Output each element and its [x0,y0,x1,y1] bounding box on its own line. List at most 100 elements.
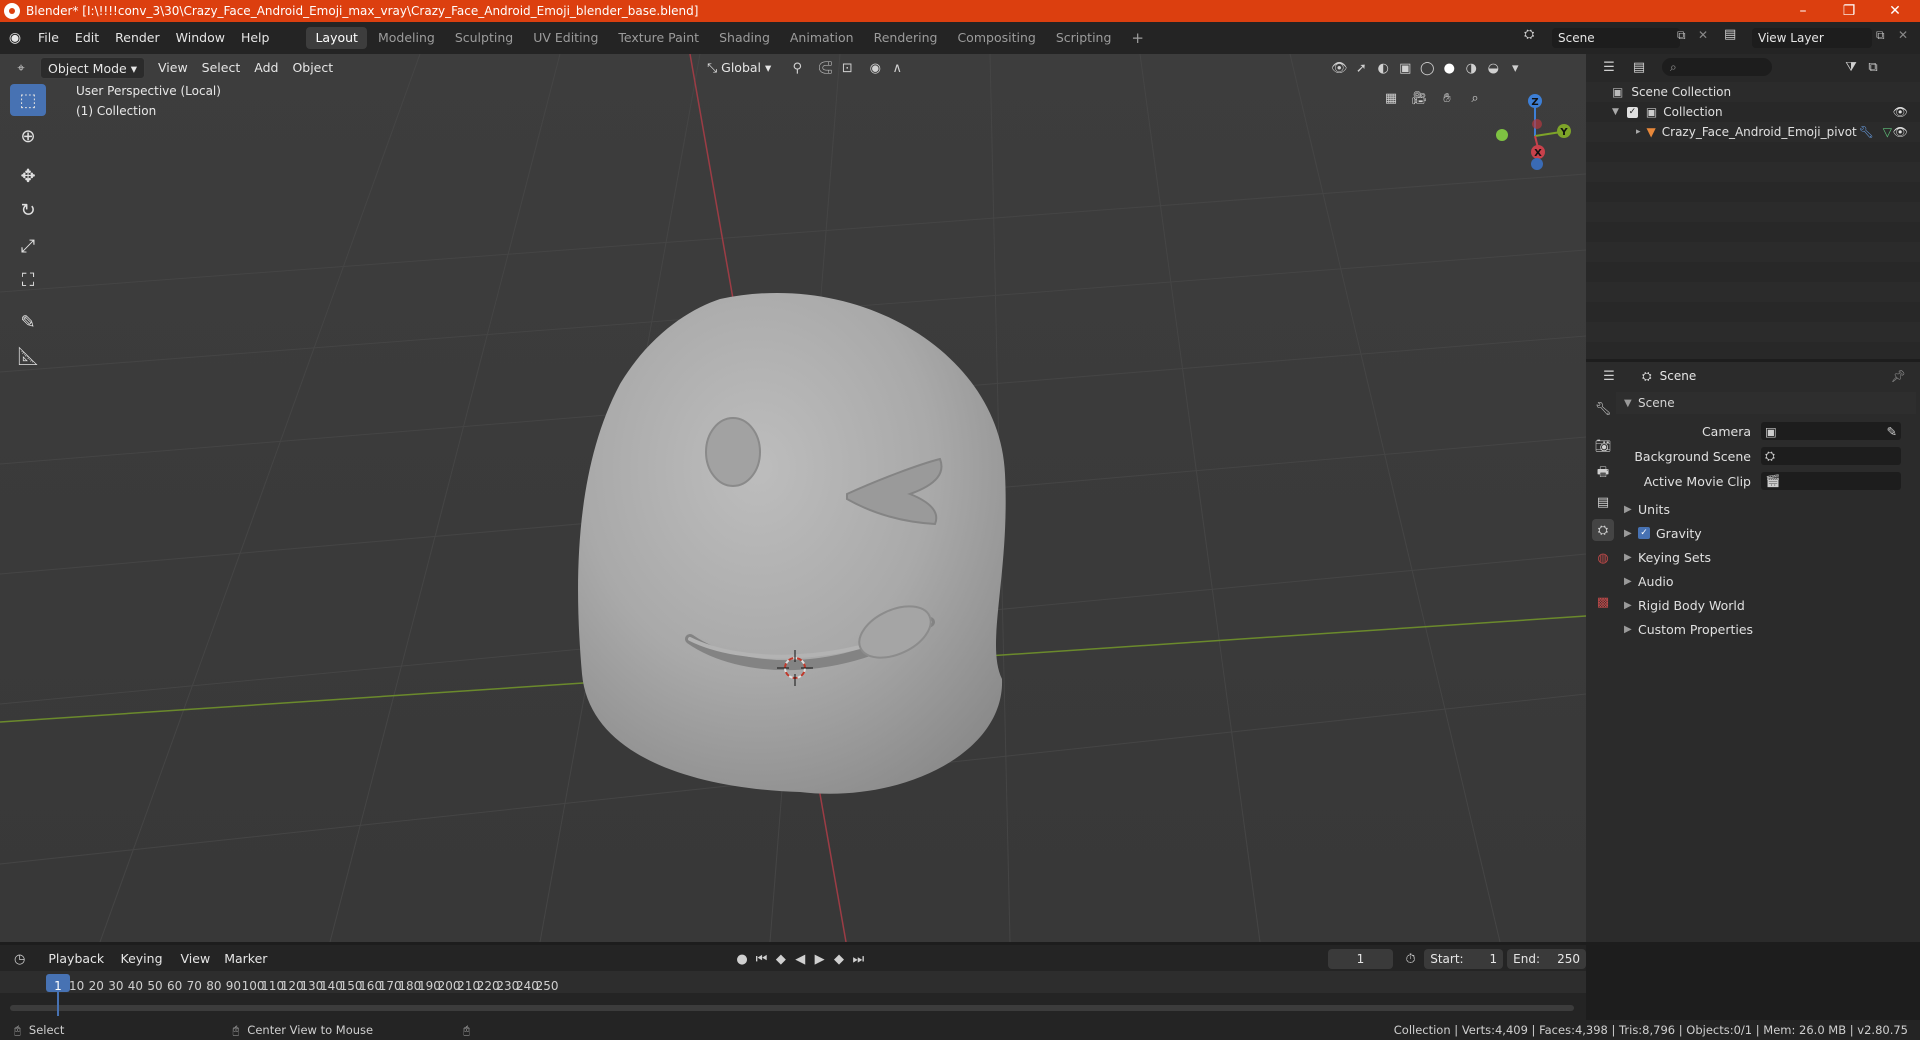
scale-tool[interactable]: ⤢ [10,230,46,262]
collection-visibility-icon[interactable]: 👁︎ [1893,105,1908,119]
menu-window[interactable]: Window [168,22,233,54]
next-keyframe-icon[interactable]: ◆ [829,948,848,970]
tab-texture-paint[interactable]: Texture Paint [609,27,708,49]
annotate-tool[interactable]: ✎ [10,306,46,338]
wireframe-shading-icon[interactable]: ◯ [1416,57,1438,79]
filter-icon[interactable]: ⧩ [1840,56,1862,78]
background-scene-field[interactable]: ⛭ [1761,447,1901,465]
play-icon[interactable]: ▶ [810,948,829,970]
modifier-wrench-icon[interactable]: 🔧︎ [1859,125,1874,139]
transform-orientation[interactable]: ⤡ Global ▾ [700,57,778,79]
keying-menu[interactable]: Keying ▾ [114,948,174,988]
overlay-toggle-icon[interactable]: ◐ [1372,57,1394,79]
grid-toggle-icon[interactable]: ▦ [1380,87,1402,109]
menu-edit[interactable]: Edit [67,22,107,54]
panel-collapse-icon[interactable]: ▼ [1624,398,1638,409]
measure-tool[interactable]: 📐︎ [10,340,46,372]
expand-arrow-icon[interactable]: ▼ [1612,107,1619,117]
collapse-arrow-icon[interactable]: ▶ [1624,528,1638,539]
navigation-gizmo[interactable]: Z Y X [1488,84,1578,174]
camera-field[interactable]: ▣ ✎ [1761,422,1901,440]
section-units[interactable]: ▶ Units [1616,498,1916,520]
start-frame-field[interactable]: Start: 1 [1424,949,1504,969]
timeline-view-menu[interactable]: View [174,948,218,970]
remove-view-layer-icon[interactable]: ✕ [1898,28,1908,42]
collapse-arrow-icon[interactable]: ▶ [1624,576,1638,587]
section-keying-sets[interactable]: ▶ Keying Sets [1616,546,1916,568]
gizmo-toggle-icon[interactable]: ➚ [1350,57,1372,79]
snap-target-icon[interactable]: ⊡ [836,57,858,79]
pan-hand-icon[interactable]: ✋︎ [1436,87,1458,109]
stopwatch-icon[interactable]: ⏱ [1401,948,1420,970]
tab-shading[interactable]: Shading [710,27,779,49]
outliner-search[interactable]: ⌕ [1662,58,1772,76]
menu-select[interactable]: Select [195,57,248,79]
view-layer-tab-icon[interactable]: ▤ [1592,491,1614,513]
jump-end-icon[interactable]: ⏭ [849,948,868,970]
minimize-button[interactable]: – [1780,0,1826,22]
timeline-editor-icon[interactable]: ◷ [10,948,29,970]
new-collection-icon[interactable]: ⧉ [1862,56,1884,78]
maximize-button[interactable]: ❐ [1826,0,1872,22]
cursor-tool[interactable]: ⊕ [10,120,46,152]
remove-scene-icon[interactable]: ✕ [1698,28,1708,42]
scene-tab-icon[interactable]: ⛭ [1592,519,1614,541]
timeline-scrollbar[interactable] [10,1005,1574,1011]
scene-panel-header[interactable]: ▼ Scene [1616,392,1916,414]
rotate-tool[interactable]: ↻ [10,194,46,226]
add-workspace-button[interactable]: + [1122,27,1153,49]
camera-view-icon[interactable]: 🎥︎ [1408,87,1430,109]
menu-render[interactable]: Render [107,22,168,54]
tab-scripting[interactable]: Scripting [1047,27,1121,49]
display-mode-icon[interactable]: ▤ [1628,56,1650,78]
menu-file[interactable]: File [30,22,67,54]
scene-selector[interactable]: Scene [1552,28,1680,48]
emoji-model[interactable] [578,292,1006,794]
menu-view[interactable]: View [151,57,195,79]
movie-clip-field[interactable]: 🎬︎ [1761,472,1901,490]
tab-layout[interactable]: Layout [306,27,367,49]
prev-keyframe-icon[interactable]: ◆ [771,948,790,970]
snap-icon[interactable]: 🧲︎ [814,57,836,79]
new-scene-icon[interactable]: ⧉ [1677,28,1686,43]
render-tab-icon[interactable]: 📷︎ [1592,435,1614,457]
tab-rendering[interactable]: Rendering [865,27,947,49]
close-button[interactable]: ✕ [1872,0,1918,22]
tab-animation[interactable]: Animation [781,27,863,49]
material-shading-icon[interactable]: ◑ [1460,57,1482,79]
collapse-arrow-icon[interactable]: ▶ [1624,600,1638,611]
view-layer-selector[interactable]: View Layer [1752,28,1872,48]
gravity-checkbox[interactable]: ✓ [1638,527,1650,539]
play-reverse-icon[interactable]: ◀ [791,948,810,970]
pin-icon[interactable]: 📌︎ [1891,369,1906,383]
new-view-layer-icon[interactable]: ⧉ [1876,28,1885,43]
view-layer-icon[interactable]: ▤ [1724,27,1736,42]
outliner-row-scene-collection[interactable]: ▣ Scene Collection [1586,82,1920,102]
move-tool[interactable]: ✥ [10,160,46,192]
record-icon[interactable]: ● [732,948,751,970]
outliner-row-collection[interactable]: ▼ ✓ ▣ Collection 👁︎ [1586,102,1920,122]
xray-toggle-icon[interactable]: ▣ [1394,57,1416,79]
editor-type-icon[interactable]: ⌖ [10,57,32,79]
tab-sculpting[interactable]: Sculpting [446,27,522,49]
section-rigid-body-world[interactable]: ▶ Rigid Body World [1616,594,1916,616]
marker-menu[interactable]: Marker [217,948,274,970]
jump-start-icon[interactable]: ⏮ [752,948,771,970]
mesh-data-icon[interactable]: ▽ [1883,125,1892,139]
scene-icon[interactable]: ⛭ [1524,27,1534,42]
select-box-tool[interactable]: ⬚ [10,84,46,116]
menu-help[interactable]: Help [233,22,278,54]
collection-checkbox[interactable]: ✓ [1626,106,1638,118]
eyedropper-icon[interactable]: ✎ [1887,424,1897,439]
texture-tab-icon[interactable]: ▩ [1592,591,1614,613]
properties-editor-icon[interactable]: ☰ [1598,365,1620,387]
object-expand-icon[interactable]: ▸ [1636,127,1641,137]
shading-options-icon[interactable]: ▾ [1504,57,1526,79]
collapse-arrow-icon[interactable]: ▶ [1624,504,1638,515]
tab-uv-editing[interactable]: UV Editing [524,27,607,49]
visibility-icon[interactable]: 👁︎ [1328,57,1350,79]
current-frame-field[interactable]: 1 [1328,949,1393,969]
menu-add[interactable]: Add [247,57,285,79]
menu-object[interactable]: Object [285,57,340,79]
mode-selector[interactable]: Object Mode ▾ [40,57,145,79]
